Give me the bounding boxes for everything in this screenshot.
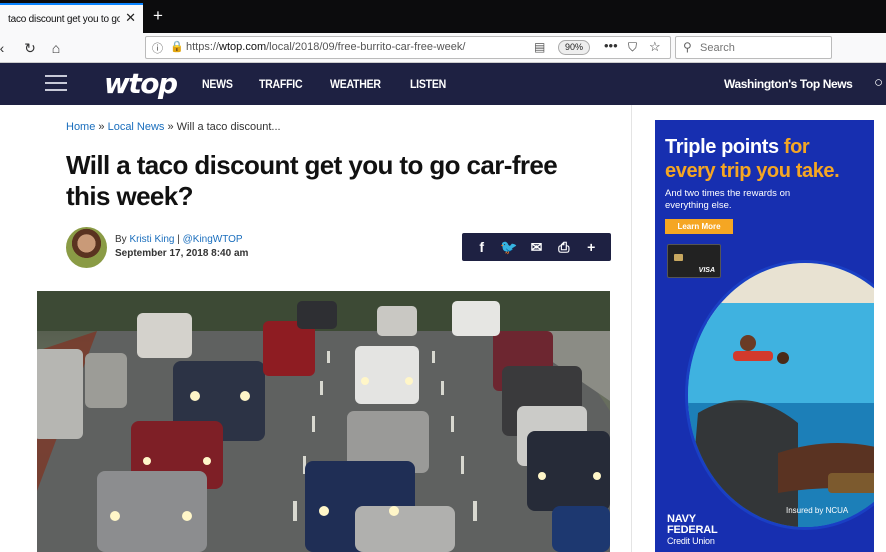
twitter-icon[interactable]: 🐦 — [499, 239, 519, 256]
article-photo — [37, 291, 610, 552]
facebook-icon[interactable]: f — [472, 239, 492, 255]
article-date: September 17, 2018 8:40 am — [115, 248, 249, 259]
site-logo[interactable]: wtop — [104, 67, 178, 100]
close-icon[interactable]: ✕ — [125, 10, 136, 26]
credit-card-image: VISA — [667, 244, 721, 278]
navigation-bar: ‹ ↻ ⌂ ⓘ 🔒 https://wtop.com/local/2018/09… — [0, 33, 886, 63]
browser-tab[interactable]: taco discount get you to go car-free thi… — [0, 3, 143, 33]
traffic-photo-illustration — [37, 291, 610, 552]
article-headline: Will a taco discount get you to go car-f… — [66, 150, 558, 211]
column-divider — [631, 105, 632, 552]
breadcrumb-current: Will a taco discount... — [176, 121, 281, 133]
url-path: /local/2018/09/free-burrito-car-free-wee… — [266, 41, 466, 53]
ad-subtext: And two times the rewards on everything … — [665, 188, 791, 211]
home-icon[interactable]: ⌂ — [46, 38, 66, 58]
email-icon[interactable]: ✉ — [526, 239, 546, 256]
visa-logo: VISA — [698, 267, 715, 274]
breadcrumb-separator: » — [164, 121, 177, 133]
ad-headline-accent: for — [783, 136, 810, 158]
author-avatar[interactable] — [66, 227, 107, 268]
ad-headline-line2: every trip you take. — [665, 160, 840, 182]
search-icon: ⚲ — [683, 40, 692, 54]
author-link[interactable]: Kristi King — [129, 234, 174, 245]
lock-icon[interactable]: 🔒 — [170, 40, 184, 53]
ad-pool-photo — [685, 260, 874, 530]
new-tab-button[interactable]: + — [148, 4, 168, 28]
ad-brand-line3: Credit Union — [667, 536, 715, 546]
nav-listen[interactable]: LISTEN — [410, 77, 446, 91]
print-icon[interactable]: ⎙ — [554, 239, 574, 256]
tab-strip: taco discount get you to go car-free thi… — [0, 0, 886, 33]
site-tagline: Washington's Top News — [724, 77, 853, 91]
byline: By Kristi King | @KingWTOP — [115, 234, 243, 245]
back-icon[interactable]: ‹ — [0, 38, 12, 58]
zoom-level[interactable]: 90% — [558, 40, 590, 55]
ad-learn-more-button[interactable]: Learn More — [665, 219, 733, 234]
bookmark-star-icon[interactable]: ☆ — [649, 39, 661, 55]
ad-ncua-text: Insured by NCUA — [786, 506, 849, 515]
reload-icon[interactable]: ↻ — [20, 38, 40, 58]
reader-view-icon[interactable]: ▤ — [534, 40, 545, 54]
breadcrumb-separator: » — [95, 121, 108, 133]
url-prefix: https:// — [186, 41, 220, 53]
tab-title: taco discount get you to go car-free thi… — [8, 13, 120, 25]
advertisement[interactable]: Triple points for every trip you take. A… — [655, 120, 874, 552]
pool-illustration — [688, 263, 874, 527]
share-bar: f 🐦 ✉ ⎙ + — [462, 233, 611, 261]
site-search-icon[interactable]: ○ — [874, 74, 883, 91]
author-twitter-link[interactable]: @KingWTOP — [183, 234, 243, 245]
ad-brand-line2: FEDERAL — [667, 524, 718, 536]
breadcrumb-local-news[interactable]: Local News — [108, 121, 165, 133]
search-input[interactable] — [700, 40, 825, 55]
url-text[interactable]: https://wtop.com/local/2018/09/free-burr… — [186, 41, 465, 53]
ad-headline-line1: Triple points for — [665, 136, 810, 159]
breadcrumb-home[interactable]: Home — [66, 121, 95, 133]
nav-traffic[interactable]: TRAFFIC — [259, 77, 303, 91]
page-actions-icon[interactable]: ••• — [604, 38, 618, 53]
breadcrumb: Home » Local News » Will a taco discount… — [66, 121, 281, 133]
byline-separator: | — [174, 234, 183, 245]
pocket-icon[interactable]: ⛉ — [628, 40, 637, 55]
url-bar[interactable]: ⓘ 🔒 https://wtop.com/local/2018/09/free-… — [145, 36, 671, 59]
nav-news[interactable]: NEWS — [202, 77, 233, 91]
more-share-icon[interactable]: + — [581, 239, 601, 255]
info-icon[interactable]: ⓘ — [152, 40, 163, 56]
ad-brand-logo: NAVY FEDERAL Credit Union — [667, 514, 718, 547]
hamburger-menu-icon[interactable] — [45, 75, 67, 91]
ad-headline-part: Triple points — [665, 136, 784, 158]
site-header: wtop NEWS TRAFFIC WEATHER LISTEN Washing… — [0, 63, 886, 105]
nav-weather[interactable]: WEATHER — [330, 77, 381, 91]
url-host: wtop.com — [219, 41, 267, 53]
search-box[interactable]: ⚲ — [675, 36, 832, 59]
byline-prefix: By — [115, 234, 130, 245]
main-nav: NEWS TRAFFIC WEATHER LISTEN — [202, 63, 473, 105]
